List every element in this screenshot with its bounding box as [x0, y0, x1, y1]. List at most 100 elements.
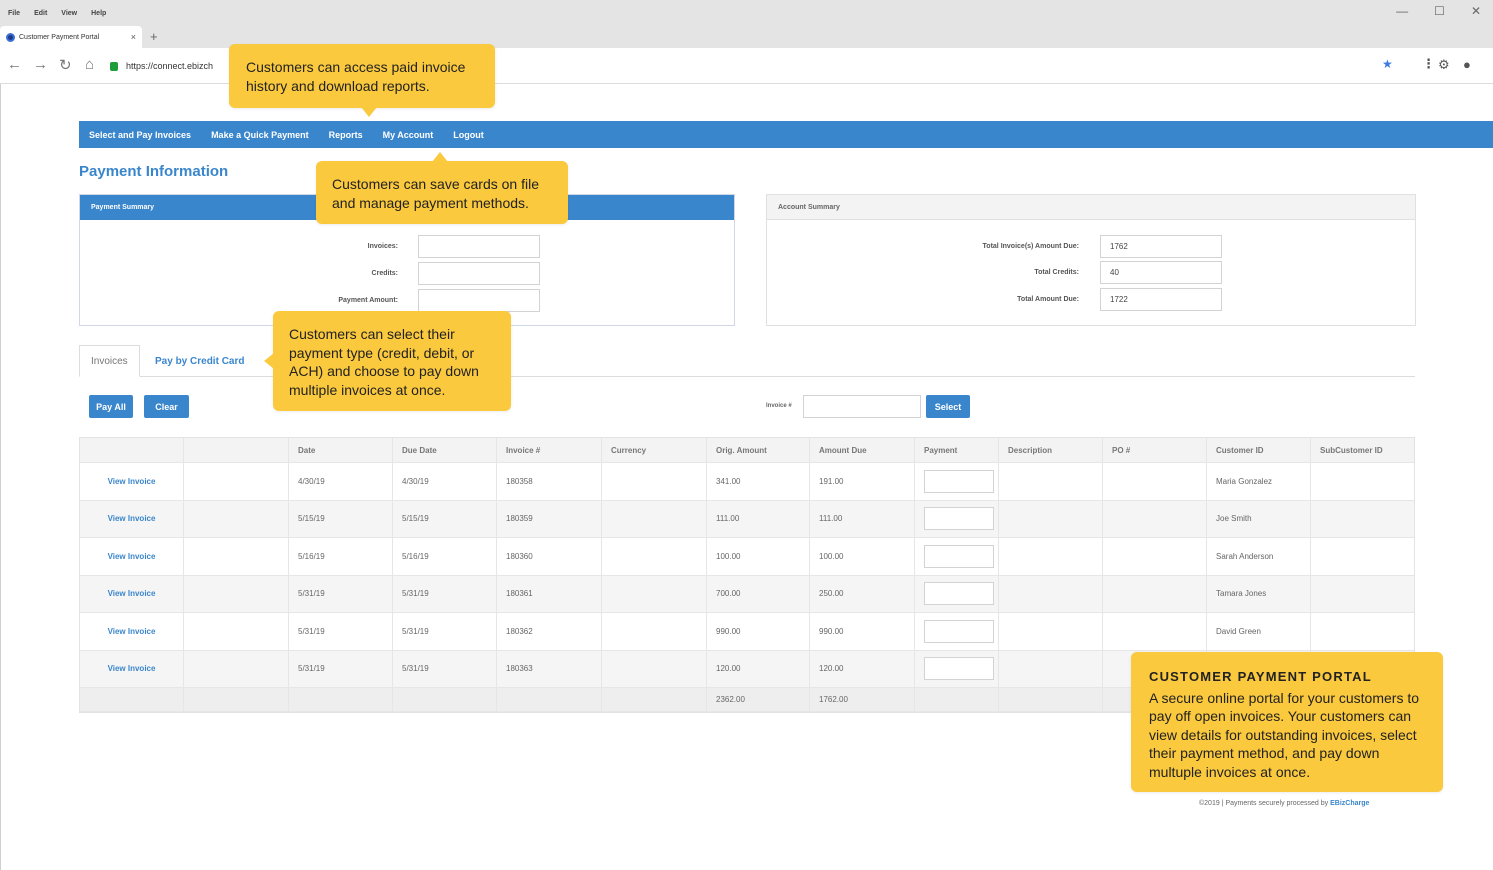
date-cell: 5/31/19 [289, 613, 393, 650]
payment-cell [915, 575, 999, 612]
footer: ©2019 | Payments securely processed by E… [1199, 800, 1369, 807]
blank-cell [184, 575, 289, 612]
currency-cell [602, 538, 707, 575]
view-invoice-link[interactable]: View Invoice [80, 463, 184, 500]
header-po: PO # [1103, 438, 1207, 462]
maximize-icon[interactable]: ☐ [1434, 4, 1445, 18]
currency-cell [602, 500, 707, 537]
payment-input[interactable] [924, 469, 994, 493]
view-invoice-link[interactable]: View Invoice [80, 538, 184, 575]
invoices-label: Invoices: [367, 243, 398, 250]
more-icon[interactable]: ⋮ [1422, 56, 1435, 72]
customer-id-cell: Sarah Anderson [1207, 538, 1311, 575]
payment-input[interactable] [924, 582, 994, 606]
nav-quick-payment[interactable]: Make a Quick Payment [211, 130, 309, 140]
gear-icon[interactable]: ⚙ [1438, 57, 1450, 73]
tab-close-icon[interactable]: × [131, 32, 136, 42]
description-cell [999, 538, 1103, 575]
profile-icon[interactable]: ● [1463, 57, 1471, 72]
view-invoice-link[interactable]: View Invoice [80, 500, 184, 537]
page-title: Payment Information [79, 163, 229, 180]
header-currency: Currency [602, 438, 707, 462]
view-invoice-link[interactable]: View Invoice [80, 575, 184, 612]
amount-due-cell: 191.00 [810, 463, 915, 500]
select-button[interactable]: Select [926, 395, 970, 418]
invoices-field[interactable] [418, 235, 540, 258]
subcustomer-id-cell [1311, 576, 1414, 613]
description-cell [999, 613, 1103, 650]
bookmark-star-icon[interactable]: ★ [1382, 57, 1393, 71]
due-date-cell: 5/31/19 [393, 575, 497, 612]
invoice-cell: 180361 [497, 575, 602, 612]
view-invoice-link[interactable]: View Invoice [80, 613, 184, 650]
payment-input[interactable] [924, 544, 994, 568]
tab-invoices[interactable]: Invoices [79, 345, 140, 377]
view-invoice-link[interactable]: View Invoice [80, 650, 184, 687]
menu-edit[interactable]: Edit [34, 10, 47, 17]
pay-all-button[interactable]: Pay All [89, 395, 133, 418]
reports-callout: Customers can access paid invoice histor… [229, 44, 495, 117]
callout-pointer [361, 107, 377, 117]
tab-pay-by-credit-card[interactable]: Pay by Credit Card [144, 345, 255, 377]
menu-view[interactable]: View [61, 10, 77, 17]
payment-cell [915, 463, 999, 500]
home-icon[interactable]: ⌂ [85, 56, 94, 73]
currency-cell [602, 463, 707, 500]
invoice-search-input[interactable] [803, 395, 921, 418]
browser-tab[interactable]: Customer Payment Portal × [0, 26, 142, 48]
portal-callout-body: A secure online portal for your customer… [1149, 689, 1420, 780]
table-row: View Invoice 5/16/19 5/16/19 180360 100.00 10… [80, 538, 1414, 576]
customer-id-cell: David Green [1207, 613, 1311, 650]
clear-button[interactable]: Clear [144, 395, 189, 418]
description-cell [999, 575, 1103, 612]
payment-amount-label: Payment Amount: [338, 297, 398, 304]
portal-callout: CUSTOMER PAYMENT PORTAL A secure online … [1131, 652, 1443, 792]
subcustomer-id-cell [1311, 613, 1414, 650]
account-callout: Customers can save cards on file and man… [316, 152, 568, 224]
currency-cell [602, 613, 707, 650]
footer-text: ©2019 | Payments securely processed by [1199, 800, 1331, 807]
account-callout-text: Customers can save cards on file and man… [332, 176, 539, 211]
nav-reports[interactable]: Reports [329, 130, 363, 140]
customer-id-cell: Joe Smith [1207, 500, 1311, 537]
credits-label: Credits: [371, 270, 398, 277]
back-icon[interactable]: ← [7, 56, 22, 73]
nav-logout[interactable]: Logout [453, 130, 484, 140]
tab-bar: Customer Payment Portal × + [0, 26, 1493, 48]
minimize-icon[interactable]: — [1396, 4, 1408, 18]
nav-select-pay[interactable]: Select and Pay Invoices [89, 130, 191, 140]
reload-icon[interactable]: ↻ [59, 56, 72, 74]
subcustomer-id-cell [1311, 463, 1414, 500]
subcustomer-id-cell [1311, 501, 1414, 538]
forward-icon[interactable]: → [33, 56, 48, 73]
new-tab-icon[interactable]: + [150, 29, 158, 44]
header-payment: Payment [915, 438, 999, 462]
close-window-icon[interactable]: ✕ [1471, 4, 1481, 18]
nav-my-account[interactable]: My Account [383, 130, 434, 140]
table-row: View Invoice 4/30/19 4/30/19 180358 341.00 19… [80, 463, 1414, 501]
menu-bar: File Edit View Help [0, 0, 1493, 26]
payment-input[interactable] [924, 507, 994, 531]
portal-nav: Select and Pay Invoices Make a Quick Pay… [79, 121, 1493, 148]
credits-field[interactable] [418, 262, 540, 285]
date-cell: 5/16/19 [289, 538, 393, 575]
favicon-icon [6, 32, 15, 42]
menu-file[interactable]: File [8, 10, 20, 17]
invoice-cell: 180360 [497, 538, 602, 575]
due-date-cell: 4/30/19 [393, 463, 497, 500]
total-orig-amount: 2362.00 [707, 688, 810, 711]
po-cell [1103, 575, 1207, 612]
header-customer-id: Customer ID [1207, 438, 1311, 462]
po-cell [1103, 538, 1207, 575]
payment-input[interactable] [924, 657, 994, 681]
payment-amount-field[interactable] [418, 289, 540, 312]
menu-help[interactable]: Help [91, 10, 106, 17]
callout-pointer [264, 353, 274, 369]
description-cell [999, 463, 1103, 500]
payment-input[interactable] [924, 619, 994, 643]
due-date-cell: 5/31/19 [393, 613, 497, 650]
amount-due-cell: 990.00 [810, 613, 915, 650]
footer-brand-link[interactable]: EBizCharge [1330, 800, 1369, 807]
due-date-cell: 5/16/19 [393, 538, 497, 575]
blank-cell [184, 538, 289, 575]
